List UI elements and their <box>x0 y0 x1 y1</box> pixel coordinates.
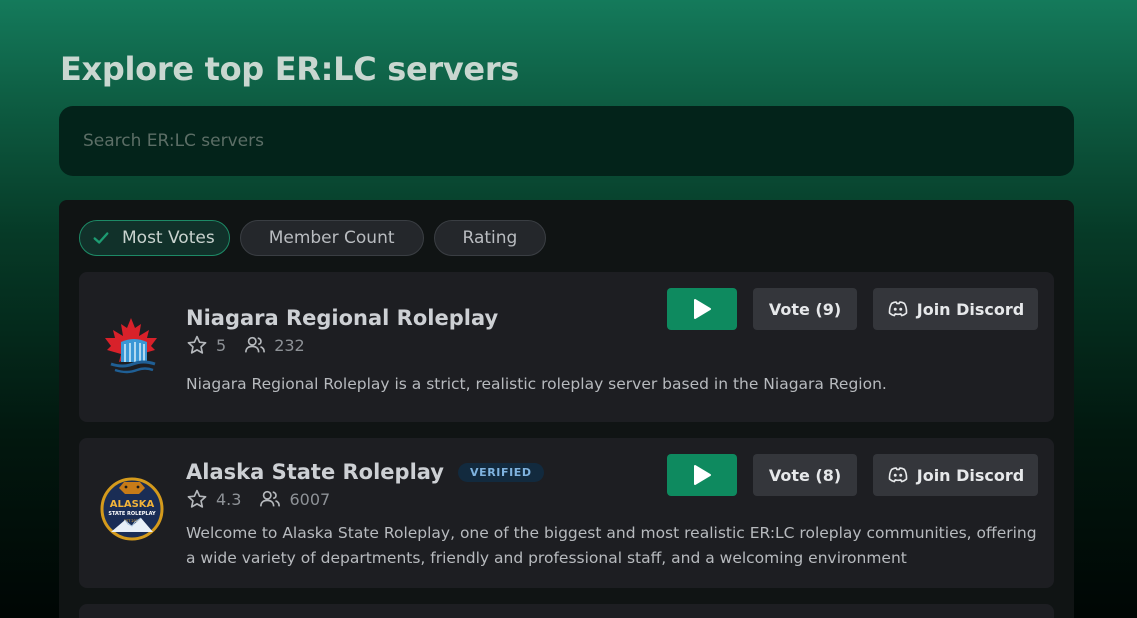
play-button[interactable] <box>667 454 737 496</box>
join-discord-button[interactable]: Join Discord <box>873 288 1038 330</box>
member-count: 6007 <box>289 489 331 509</box>
server-card[interactable] <box>79 604 1054 618</box>
rating-value: 4.3 <box>216 489 242 509</box>
search-bar[interactable] <box>59 106 1074 176</box>
filter-label: Member Count <box>268 228 395 248</box>
server-description: Welcome to Alaska State Roleplay, one of… <box>186 524 1037 567</box>
server-description: Niagara Regional Roleplay is a strict, r… <box>186 375 887 393</box>
discord-icon <box>888 301 908 317</box>
server-name[interactable]: Alaska State Roleplay VERIFIED <box>186 460 544 484</box>
server-list-panel: Most Votes Member Count Rating Niagara R… <box>59 200 1074 618</box>
discord-icon <box>888 467 908 483</box>
server-stats: 4.3 6007 <box>186 488 348 510</box>
star-icon <box>187 489 207 508</box>
filter-member-count[interactable]: Member Count <box>239 220 424 256</box>
rating-value: 5 <box>216 335 227 355</box>
search-input[interactable] <box>83 131 1074 151</box>
server-card[interactable]: ALASKA STATE ROLEPLAY EST 2020 Alaska St… <box>79 438 1054 588</box>
vote-button[interactable]: Vote (8) <box>753 454 857 496</box>
filter-label: Rating <box>462 228 518 248</box>
users-icon <box>245 336 266 353</box>
check-icon <box>93 232 109 244</box>
maple-leaf-waterfall-logo <box>105 318 157 374</box>
page-title: Explore top ER:LC servers <box>60 50 520 88</box>
server-name-text: Alaska State Roleplay <box>186 460 444 484</box>
member-count: 232 <box>274 335 305 355</box>
vote-button[interactable]: Vote (9) <box>753 288 857 330</box>
server-name-text: Niagara Regional Roleplay <box>186 306 499 330</box>
join-discord-button[interactable]: Join Discord <box>873 454 1038 496</box>
play-icon <box>694 299 711 319</box>
users-icon <box>260 490 281 507</box>
server-actions: Vote (8) Join Discord <box>667 454 1038 496</box>
server-card[interactable]: Niagara Regional Roleplay 5 232 Niagara … <box>79 272 1054 422</box>
server-name[interactable]: Niagara Regional Roleplay <box>186 306 498 330</box>
server-actions: Vote (9) Join Discord <box>667 288 1038 330</box>
verified-badge: VERIFIED <box>457 462 544 482</box>
filter-label: Most Votes <box>122 228 215 248</box>
svg-text:STATE ROLEPLAY: STATE ROLEPLAY <box>108 511 156 517</box>
star-icon <box>187 335 207 354</box>
play-icon <box>694 465 711 485</box>
filter-most-votes[interactable]: Most Votes <box>79 220 230 256</box>
play-button[interactable] <box>667 288 737 330</box>
filter-rating[interactable]: Rating <box>433 220 547 256</box>
join-discord-label: Join Discord <box>916 465 1025 485</box>
alaska-bear-badge-logo: ALASKA STATE ROLEPLAY EST 2020 <box>100 477 164 541</box>
join-discord-label: Join Discord <box>916 299 1025 319</box>
svg-text:ALASKA: ALASKA <box>110 499 155 510</box>
sort-filters: Most Votes Member Count Rating <box>79 220 547 256</box>
server-stats: 5 232 <box>186 334 323 356</box>
